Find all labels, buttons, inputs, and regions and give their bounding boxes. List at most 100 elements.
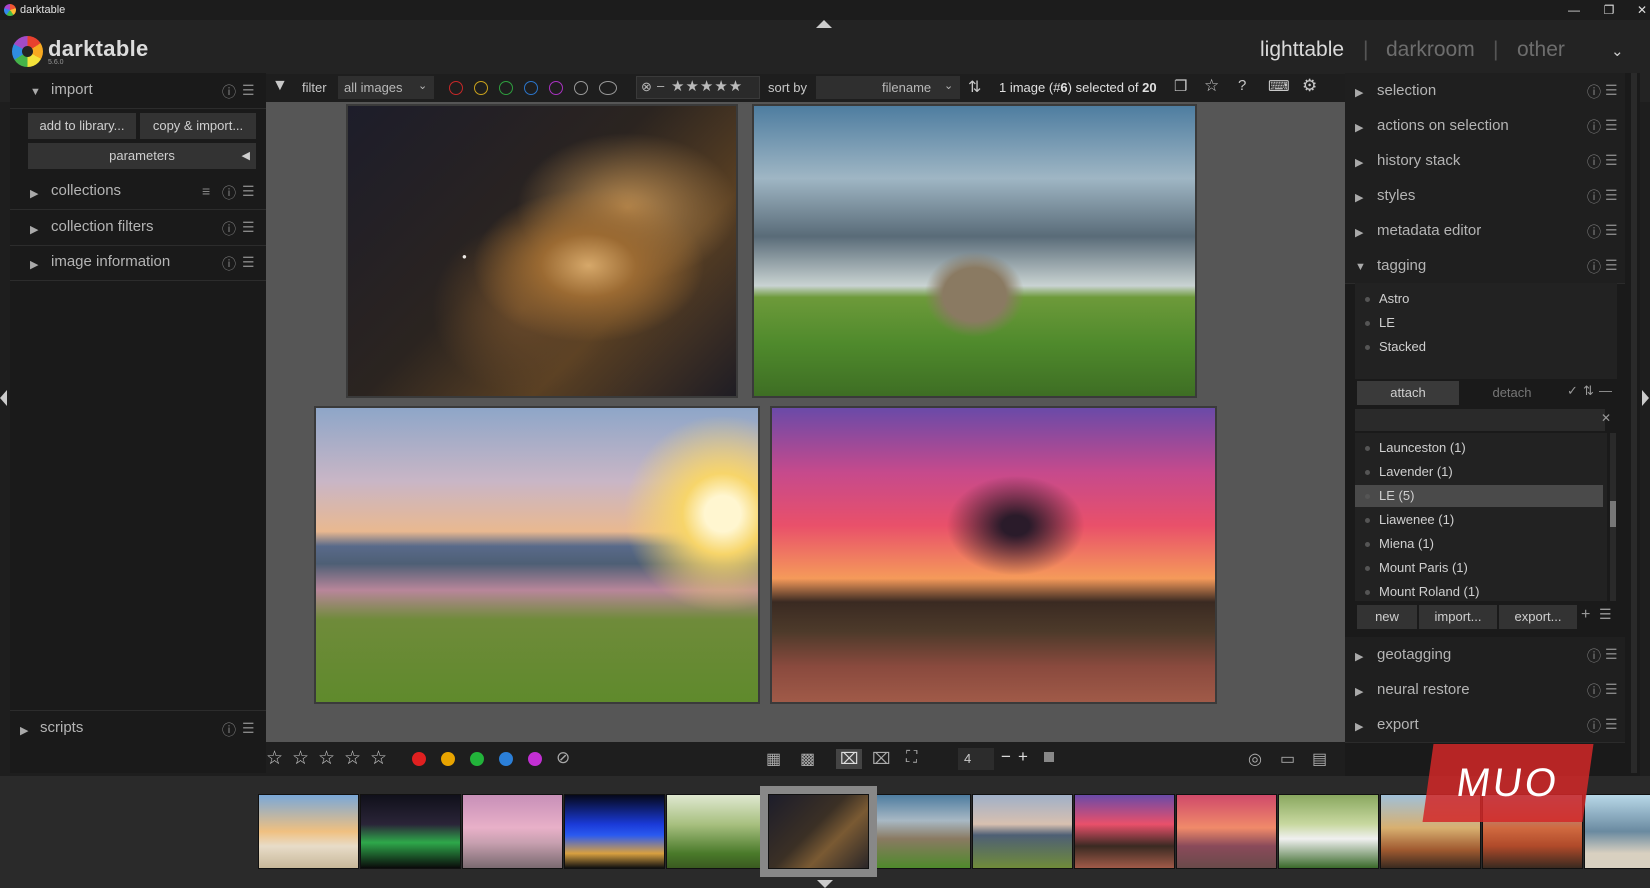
module-import[interactable]: ▼ import ⓘ ☰	[10, 73, 266, 109]
filmstrip-thumbnail[interactable]	[972, 794, 1073, 869]
sort-order-icon[interactable]: ⇅	[968, 77, 981, 97]
view-lighttable[interactable]: lighttable	[1260, 38, 1344, 62]
star-overlay-icon[interactable]: ☆	[1204, 76, 1219, 96]
presets-menu-icon[interactable]: ☰	[242, 183, 255, 200]
module-selection[interactable]: ▶ selection ⓘ ☰	[1345, 73, 1625, 109]
presets-menu-icon[interactable]: ☰	[1605, 222, 1618, 239]
filmstrip-thumbnail[interactable]	[564, 794, 665, 869]
filmstrip-thumbnail-selected[interactable]	[760, 786, 877, 877]
label-purple-icon[interactable]	[528, 752, 542, 766]
star-2-icon[interactable]: ☆	[292, 747, 309, 770]
presets-menu-icon[interactable]: ☰	[1605, 646, 1618, 663]
star-3-icon[interactable]: ☆	[318, 747, 335, 770]
zoomable-layout-icon[interactable]: ▩	[800, 749, 815, 769]
filter-dropdown[interactable]: all images ⌄	[338, 76, 434, 99]
presets-menu-icon[interactable]: ☰	[1605, 257, 1618, 274]
reset-icon[interactable]: ⓘ	[222, 82, 236, 102]
filmstrip-thumbnail[interactable]	[1584, 794, 1650, 869]
label-red-icon[interactable]	[412, 752, 426, 766]
sort-list-icon[interactable]: ≡	[202, 183, 210, 199]
copy-import-button[interactable]: copy & import...	[140, 113, 256, 139]
module-collection-filters[interactable]: ▶ collection filters ⓘ ☰	[10, 210, 266, 246]
dictionary-scrollbar[interactable]	[1610, 433, 1616, 601]
help-icon[interactable]: ?	[1238, 77, 1246, 94]
right-panel-scrollbar[interactable]	[1631, 73, 1637, 773]
module-scripts[interactable]: ▶ scripts ⓘ ☰	[10, 710, 266, 746]
detach-button[interactable]: detach	[1461, 381, 1563, 405]
module-neural-restore[interactable]: ▶ neural restore ⓘ ☰	[1345, 672, 1625, 708]
clear-labels-icon[interactable]: ⊘	[556, 748, 570, 768]
dictionary-tag-row[interactable]: LE (5)	[1355, 485, 1603, 507]
view-darkroom[interactable]: darkroom	[1386, 38, 1475, 62]
zoom-input[interactable]: 4	[958, 748, 994, 770]
dictionary-tag-row[interactable]: Launceston (1)	[1355, 437, 1603, 459]
label-blue-icon[interactable]	[499, 752, 513, 766]
import-tags-button[interactable]: import...	[1419, 605, 1497, 629]
presets-menu-icon[interactable]: ☰	[242, 82, 255, 99]
culling-layout-icon[interactable]: ⌧	[836, 749, 863, 769]
sort-dropdown[interactable]: filename ⌄	[816, 76, 960, 99]
star-4-icon[interactable]: ☆	[344, 747, 361, 770]
dictionary-tag-row[interactable]: Mount Roland (1)	[1355, 581, 1603, 603]
rating-range-filter[interactable]: ⊗ – ★★★★★	[636, 76, 760, 99]
module-history-stack[interactable]: ▶ history stack ⓘ ☰	[1345, 143, 1625, 179]
grouping-icon[interactable]: ❐	[1174, 77, 1187, 95]
module-export[interactable]: ▶ export ⓘ ☰	[1345, 707, 1625, 743]
module-collections[interactable]: ▶ collections ≡ ⓘ ☰	[10, 174, 266, 210]
color-filter-blue[interactable]	[524, 81, 538, 95]
preview-icon[interactable]: ⛶	[906, 749, 917, 767]
view-other[interactable]: other	[1517, 38, 1565, 62]
filmstrip-thumbnail[interactable]	[1176, 794, 1277, 869]
minimize-icon[interactable]: —	[1560, 1, 1588, 19]
parameters-button[interactable]: parameters ◀	[28, 143, 256, 169]
reset-icon[interactable]: ⓘ	[222, 254, 236, 274]
label-green-icon[interactable]	[470, 752, 484, 766]
photo-ruins[interactable]	[752, 104, 1197, 398]
filmstrip-thumbnail[interactable]	[462, 794, 563, 869]
zoom-in-button[interactable]: +	[1018, 747, 1028, 767]
reset-icon[interactable]: ⓘ	[1587, 716, 1601, 736]
plus-icon[interactable]: +	[1581, 606, 1590, 624]
filmstrip-thumbnail[interactable]	[258, 794, 359, 869]
photo-lake-sunset[interactable]	[314, 406, 760, 704]
star-1-icon[interactable]: ☆	[266, 747, 283, 770]
clear-icon[interactable]: ✕	[1601, 411, 1611, 425]
add-to-library-button[interactable]: add to library...	[28, 113, 136, 139]
star-5-icon[interactable]: ☆	[370, 747, 387, 770]
color-filter-yellow[interactable]	[474, 81, 488, 95]
message-icon[interactable]: ▤	[1312, 749, 1327, 769]
reset-icon[interactable]: ⓘ	[1587, 681, 1601, 701]
module-styles[interactable]: ▶ styles ⓘ ☰	[1345, 178, 1625, 214]
reset-icon[interactable]: ⓘ	[1587, 152, 1601, 172]
attach-button[interactable]: attach	[1357, 381, 1459, 405]
close-icon[interactable]: ✕	[1628, 1, 1650, 19]
zoom-out-button[interactable]: −	[1001, 747, 1011, 767]
photo-tree-road-sunset[interactable]	[770, 406, 1217, 704]
sort-icon[interactable]: ⇅	[1583, 383, 1594, 399]
scrollbar-thumb[interactable]	[1610, 501, 1616, 527]
presets-menu-icon[interactable]: ☰	[1605, 82, 1618, 99]
color-filter-red[interactable]	[449, 81, 463, 95]
reset-icon[interactable]: ⓘ	[222, 720, 236, 740]
filmstrip-thumbnail[interactable]	[870, 794, 971, 869]
focus-peaking-icon[interactable]: ◎	[1248, 749, 1262, 769]
dictionary-tag-row[interactable]: Mount Paris (1)	[1355, 557, 1603, 579]
reset-icon[interactable]: ⓘ	[1587, 646, 1601, 666]
restore-icon[interactable]: ❐	[1595, 1, 1623, 19]
hide-icon[interactable]: —	[1599, 383, 1612, 398]
color-filter-logic-icon[interactable]	[599, 81, 617, 95]
collapse-top-panel-icon[interactable]	[816, 20, 832, 28]
presets-menu-icon[interactable]: ☰	[1605, 117, 1618, 134]
export-tags-button[interactable]: export...	[1499, 605, 1577, 629]
lock-icon[interactable]	[1044, 752, 1054, 762]
dictionary-tag-row[interactable]: Miena (1)	[1355, 533, 1603, 555]
reset-icon[interactable]: ⓘ	[1587, 257, 1601, 277]
filter-icon[interactable]: ▼	[272, 77, 288, 95]
gear-icon[interactable]: ⚙	[1302, 76, 1317, 96]
presets-menu-icon[interactable]: ☰	[1605, 187, 1618, 204]
reset-icon[interactable]: ⓘ	[1587, 117, 1601, 137]
attached-tag[interactable]: Stacked	[1365, 339, 1426, 354]
attached-tag[interactable]: Astro	[1364, 291, 1409, 306]
new-tag-button[interactable]: new	[1357, 605, 1417, 629]
presets-menu-icon[interactable]: ☰	[242, 720, 255, 737]
